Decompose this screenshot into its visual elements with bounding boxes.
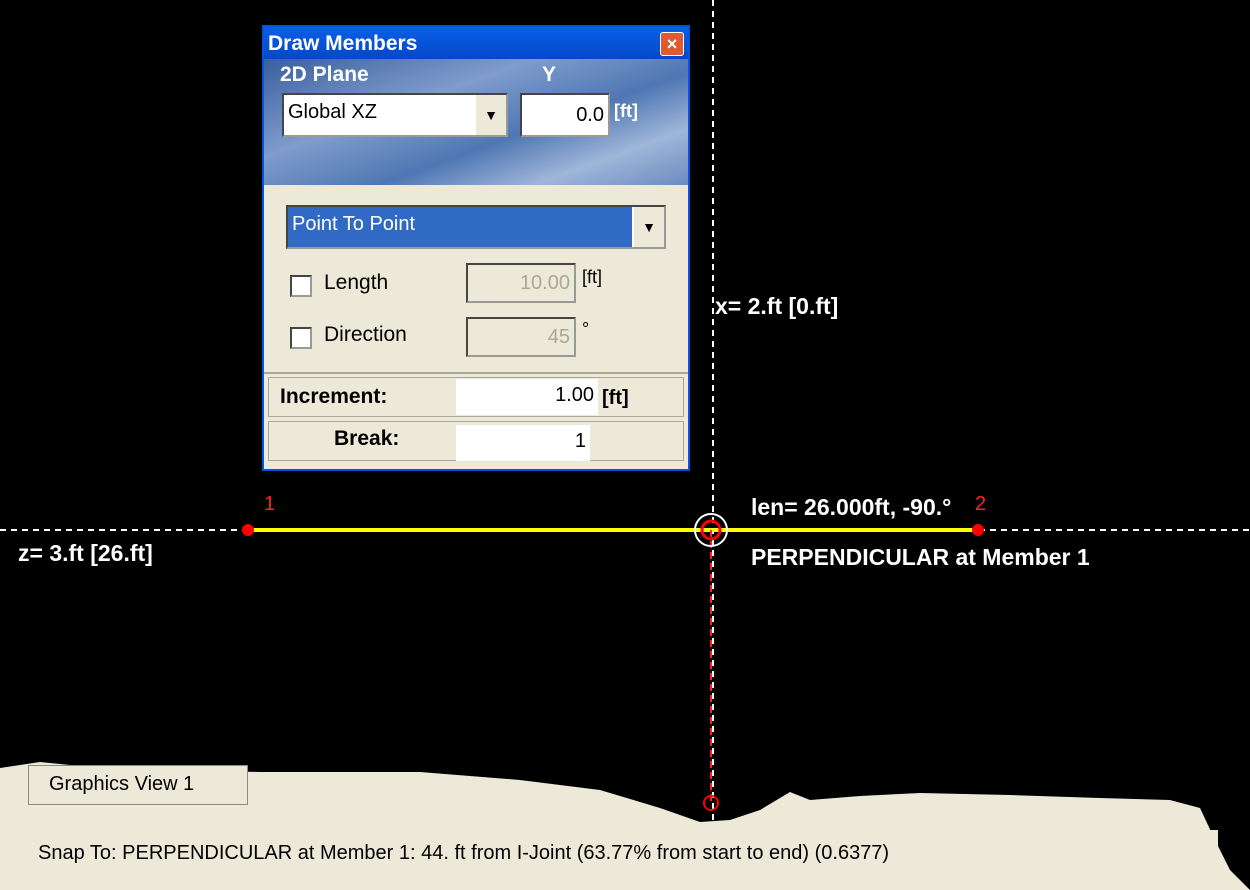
- draw-members-dialog: Draw Members × 2D Plane Y Global XZ ▼ 0.…: [262, 25, 690, 471]
- close-icon[interactable]: ×: [660, 32, 684, 56]
- plane-select[interactable]: Global XZ ▼: [282, 93, 508, 137]
- tab-graphics-view-1[interactable]: Graphics View 1: [28, 765, 248, 805]
- dialog-titlebar[interactable]: Draw Members ×: [264, 27, 688, 59]
- z-coordinate-readout: z= 3.ft [26.ft]: [18, 540, 153, 566]
- snap-readout: PERPENDICULAR at Member 1: [751, 544, 1090, 570]
- increment-field[interactable]: 1.00: [456, 379, 598, 415]
- node-start-label: 1: [264, 493, 275, 515]
- length-checkbox[interactable]: [290, 275, 312, 297]
- node-2[interactable]: [972, 524, 984, 536]
- length-field[interactable]: 10.00: [466, 263, 576, 303]
- tab-label: Graphics View 1: [49, 773, 195, 795]
- increment-unit: [ft]: [602, 387, 629, 409]
- length-label: Length: [324, 271, 389, 294]
- draw-mode-select[interactable]: Point To Point ▼: [286, 205, 666, 249]
- separator: [264, 372, 688, 374]
- plane-select-value: Global XZ: [288, 101, 377, 123]
- direction-unit: °: [582, 319, 590, 339]
- length-readout: len= 26.000ft, -90.°: [751, 494, 952, 520]
- y-value-field[interactable]: 0.0: [520, 93, 610, 137]
- length-unit: [ft]: [582, 267, 603, 287]
- dropdown-arrow-icon[interactable]: ▼: [474, 95, 506, 135]
- break-label: Break:: [334, 427, 400, 450]
- direction-checkbox[interactable]: [290, 327, 312, 349]
- node-1[interactable]: [242, 524, 254, 536]
- direction-value: 45: [547, 326, 570, 348]
- direction-label: Direction: [324, 323, 407, 346]
- node-end-label: 2: [975, 493, 986, 515]
- y-value-text: 0.0: [576, 104, 604, 126]
- increment-value: 1.00: [555, 384, 594, 406]
- plane-label: 2D Plane: [280, 63, 369, 86]
- dropdown-arrow-icon[interactable]: ▼: [632, 207, 664, 247]
- length-value: 10.00: [519, 272, 570, 294]
- y-label: Y: [542, 63, 557, 86]
- x-coordinate-readout: x= 2.ft [0.ft]: [715, 293, 839, 319]
- dialog-title: Draw Members: [268, 32, 418, 55]
- draw-mode-value: Point To Point: [292, 213, 416, 235]
- status-text: Snap To: PERPENDICULAR at Member 1: 44. …: [38, 842, 890, 864]
- break-value: 1: [574, 430, 586, 452]
- direction-field[interactable]: 45: [466, 317, 576, 357]
- break-field[interactable]: 1: [456, 425, 590, 461]
- increment-label: Increment:: [280, 385, 388, 408]
- status-bar: Snap To: PERPENDICULAR at Member 1: 44. …: [28, 830, 1218, 880]
- y-unit-label: [ft]: [614, 101, 638, 121]
- plane-banner: 2D Plane Y Global XZ ▼ 0.0 [ft]: [264, 59, 688, 185]
